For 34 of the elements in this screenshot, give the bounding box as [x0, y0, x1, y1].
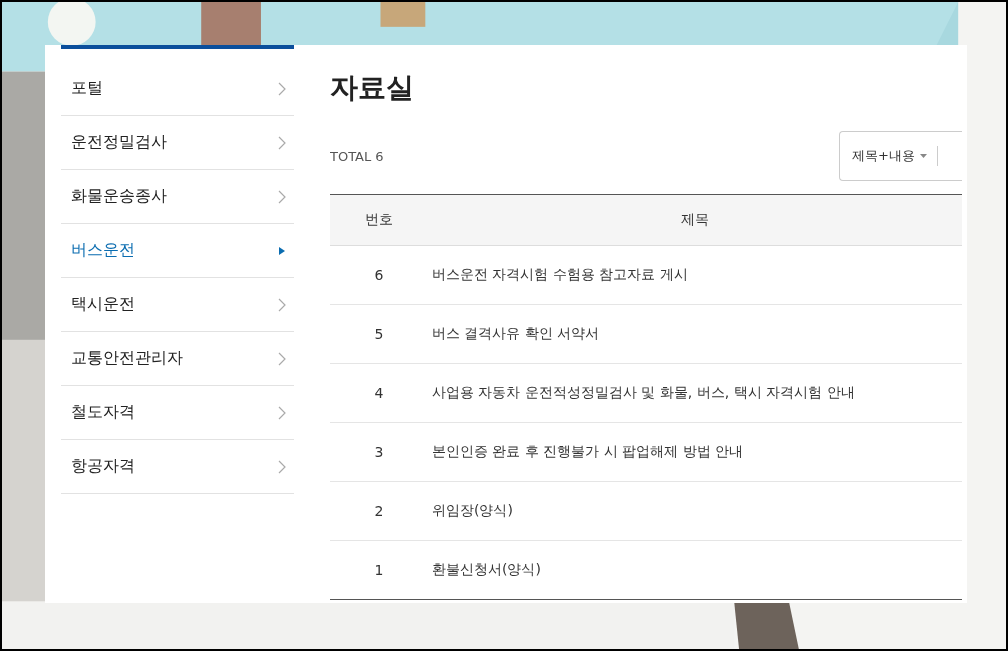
- sidebar-item[interactable]: 철도자격: [61, 386, 294, 440]
- column-header: 번호: [330, 194, 428, 246]
- triangle-icon: [278, 245, 286, 256]
- row-number: 5: [374, 326, 384, 342]
- row-number: 1: [374, 562, 384, 578]
- post-title-link[interactable]: 버스 결격사유 확인 서약서: [432, 325, 600, 341]
- sidebar-item[interactable]: 버스운전: [61, 224, 294, 278]
- chevron-right-icon: [278, 189, 286, 204]
- sidebar-item[interactable]: 포털: [61, 62, 294, 116]
- scope-dropdown[interactable]: 제목+내용: [852, 147, 927, 165]
- post-title-link[interactable]: 버스운전 자격시험 수험용 참고자료 게시: [432, 266, 688, 282]
- row-number: 2: [374, 503, 384, 519]
- total-count: TOTAL 6: [330, 148, 384, 164]
- caret-icon: [919, 154, 927, 158]
- sidebar-item[interactable]: 항공자격: [61, 440, 294, 494]
- chevron-right-icon: [278, 459, 286, 474]
- sidebar-item[interactable]: 화물운송종사: [61, 170, 294, 224]
- column-header: 제목: [428, 194, 962, 246]
- post-title-link[interactable]: 본인인증 완료 후 진행불가 시 팝업해제 방법 안내: [432, 443, 744, 459]
- post-title-link[interactable]: 환불신청서(양식): [432, 561, 541, 577]
- post-title-link[interactable]: 사업용 자동차 운전적성정밀검사 및 화물, 버스, 택시 자격시험 안내: [432, 384, 855, 400]
- chevron-right-icon: [278, 297, 286, 312]
- chevron-right-icon: [278, 405, 286, 420]
- chevron-right-icon: [278, 81, 286, 96]
- row-number: 3: [374, 444, 384, 460]
- sidebar-item[interactable]: 운전정밀검사: [61, 116, 294, 170]
- row-number: 4: [374, 385, 384, 401]
- post-title-link[interactable]: 위임장(양식): [432, 502, 513, 518]
- chevron-right-icon: [278, 135, 286, 150]
- chevron-right-icon: [278, 351, 286, 366]
- sidebar-item[interactable]: 택시운전: [61, 278, 294, 332]
- page-title: 자료실: [330, 70, 415, 106]
- row-number: 6: [374, 267, 384, 283]
- sidebar-item[interactable]: 교통안전관리자: [61, 332, 294, 386]
